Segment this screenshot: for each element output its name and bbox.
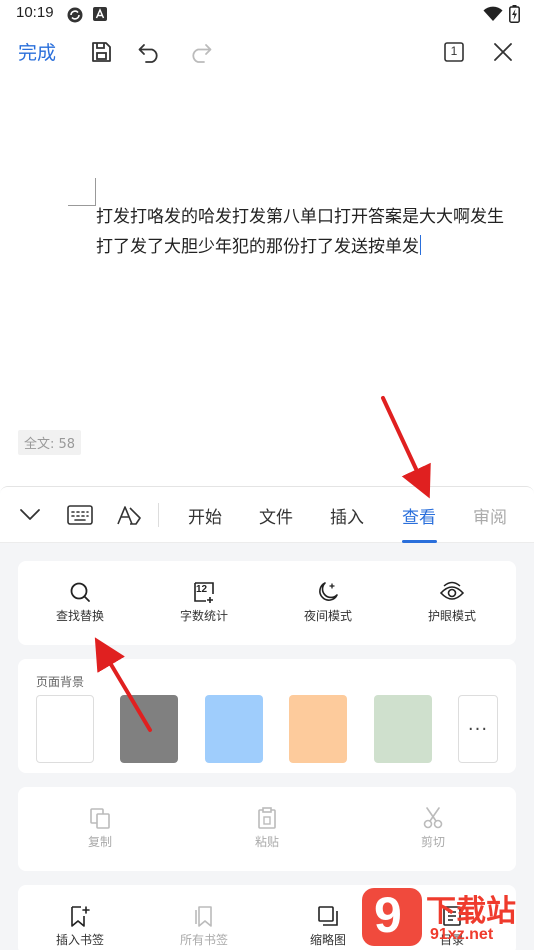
more-backgrounds-button[interactable]: ··· bbox=[458, 695, 498, 763]
cut-button[interactable]: 剪切 bbox=[371, 787, 495, 871]
eye-icon bbox=[440, 581, 464, 600]
sync-icon bbox=[67, 7, 83, 23]
status-notification-icons bbox=[66, 6, 108, 24]
thumbnail-label: 缩略图 bbox=[309, 933, 346, 947]
background-swatch-orange[interactable] bbox=[289, 695, 347, 763]
page-background-title: 页面背景 bbox=[36, 675, 85, 689]
bookmarks-icon bbox=[195, 906, 212, 927]
copy-label: 复制 bbox=[87, 835, 112, 849]
cut-label: 剪切 bbox=[420, 835, 445, 849]
save-icon[interactable] bbox=[87, 38, 115, 66]
clipboard-icon bbox=[258, 807, 276, 829]
active-tab-indicator bbox=[402, 540, 437, 543]
background-swatch-blue[interactable] bbox=[205, 695, 263, 763]
background-swatch-green[interactable] bbox=[374, 695, 432, 763]
paste-label: 粘贴 bbox=[254, 835, 279, 849]
edit-tools-card: 复制 粘贴 剪切 bbox=[18, 787, 516, 871]
tab-start[interactable]: 开始 bbox=[188, 503, 222, 528]
document-area[interactable]: 打发打咯发的哈发打发第八单口打开答案是大大啊发生 打了发了大胆少年犯的那份打了发… bbox=[0, 76, 534, 486]
background-swatch-gray[interactable] bbox=[120, 695, 178, 763]
undo-icon[interactable] bbox=[136, 38, 164, 66]
tab-review[interactable]: 审阅 bbox=[473, 503, 507, 528]
moon-icon bbox=[319, 582, 338, 601]
top-toolbar: 完成 1 bbox=[0, 28, 534, 76]
eye-care-label: 护眼模式 bbox=[427, 609, 476, 623]
tab-file[interactable]: 文件 bbox=[259, 503, 293, 528]
tool-panel: 开始 文件 插入 查看 审阅 查找替换 12 字数统计 夜间模式 护眼模式 页面… bbox=[0, 486, 534, 950]
tab-view[interactable]: 查看 bbox=[402, 503, 436, 528]
document-text[interactable]: 打发打咯发的哈发打发第八单口打开答案是大大啊发生 打了发了大胆少年犯的那份打了发… bbox=[96, 202, 534, 262]
wifi-icon bbox=[483, 6, 503, 21]
redo-icon[interactable] bbox=[186, 38, 214, 66]
eye-care-button[interactable]: 护眼模式 bbox=[390, 561, 514, 645]
document-line-2: 打了发了大胆少年犯的那份打了发送按单发 bbox=[96, 235, 421, 257]
night-mode-label: 夜间模式 bbox=[303, 609, 352, 623]
word-count-badge: 全文: 58 bbox=[18, 430, 82, 455]
done-button[interactable]: 完成 bbox=[18, 38, 56, 65]
text-caret bbox=[420, 235, 421, 255]
page-background-card: 页面背景 ··· bbox=[18, 659, 516, 773]
battery-icon bbox=[509, 5, 520, 23]
status-bar: 10:19 bbox=[0, 0, 534, 28]
insert-bookmark-label: 插入书签 bbox=[55, 933, 104, 947]
watermark-logo: 9 下载站 91xz.net bbox=[360, 884, 534, 950]
insert-bookmark-button[interactable]: 插入书签 bbox=[18, 885, 142, 950]
font-a-icon bbox=[93, 7, 107, 21]
page-margin-marker bbox=[68, 178, 96, 206]
thumbnail-icon bbox=[318, 906, 338, 926]
watermark-digit: 9 bbox=[374, 887, 402, 943]
view-tools-card: 查找替换 12 字数统计 夜间模式 护眼模式 bbox=[18, 561, 516, 645]
scissors-icon bbox=[423, 807, 443, 829]
paste-button[interactable]: 粘贴 bbox=[205, 787, 329, 871]
status-system-icons bbox=[483, 5, 520, 23]
watermark-brand: 下载站 bbox=[426, 894, 516, 929]
document-line-1: 打发打咯发的哈发打发第八单口打开答案是大大啊发生 bbox=[96, 207, 504, 227]
watermark-domain: 91xz.net bbox=[430, 926, 494, 943]
tab-bar: 开始 文件 插入 查看 审阅 bbox=[0, 487, 534, 543]
all-bookmarks-button[interactable]: 所有书签 bbox=[142, 885, 266, 950]
word-stats-icon: 12 bbox=[193, 581, 215, 603]
word-stats-label: 字数统计 bbox=[179, 609, 228, 623]
find-replace-label: 查找替换 bbox=[55, 609, 104, 623]
add-bookmark-icon bbox=[71, 906, 90, 927]
keyboard-icon[interactable] bbox=[66, 501, 94, 529]
search-icon bbox=[70, 582, 90, 602]
find-replace-button[interactable]: 查找替换 bbox=[18, 561, 142, 645]
copy-button[interactable]: 复制 bbox=[38, 787, 162, 871]
background-swatch-white[interactable] bbox=[36, 695, 94, 763]
status-time: 10:19 bbox=[16, 4, 54, 21]
page-count-number: 1 bbox=[450, 44, 458, 58]
word-stats-icon-number: 12 bbox=[196, 584, 208, 595]
page-count-icon[interactable]: 1 bbox=[440, 38, 468, 66]
all-bookmarks-label: 所有书签 bbox=[179, 933, 228, 947]
close-icon[interactable] bbox=[489, 38, 517, 66]
night-mode-button[interactable]: 夜间模式 bbox=[266, 561, 390, 645]
tab-divider bbox=[158, 503, 159, 527]
copy-icon bbox=[90, 808, 110, 829]
word-stats-button[interactable]: 12 字数统计 bbox=[142, 561, 266, 645]
tab-insert[interactable]: 插入 bbox=[330, 503, 364, 528]
text-style-icon[interactable] bbox=[115, 501, 143, 529]
collapse-chevron-icon[interactable] bbox=[16, 501, 44, 529]
